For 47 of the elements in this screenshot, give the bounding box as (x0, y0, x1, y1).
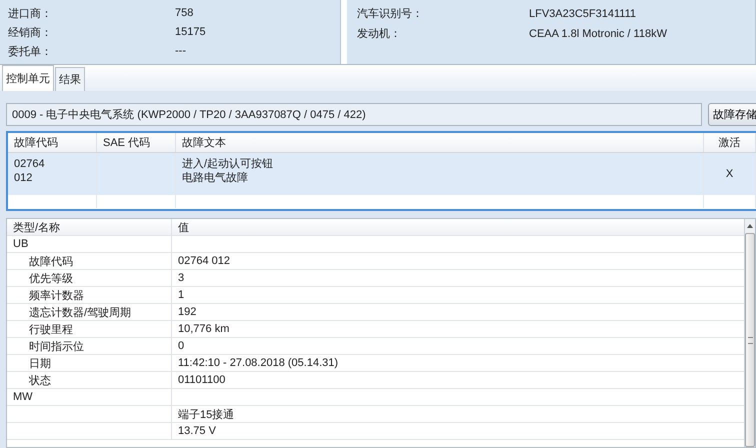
field-label: 进口商： (8, 6, 53, 20)
fault-text-line: 进入/起动认可按钮 (182, 157, 274, 171)
row-name: 行驶里程 (29, 322, 73, 336)
column-header[interactable]: 值 (172, 219, 744, 235)
row-name: 日期 (29, 356, 51, 370)
row-value: 02764 012 (178, 255, 230, 267)
column-header[interactable]: SAE 代码 (97, 133, 176, 152)
field-value: --- (175, 45, 186, 57)
field-label: 发动机： (357, 27, 402, 41)
tab[interactable]: 结果 (55, 67, 85, 91)
row-value: 端子15接通 (178, 408, 234, 422)
row-value: 192 (178, 306, 196, 318)
column-header[interactable]: 故障代码 (8, 133, 97, 152)
field-value: LFV3A23C5F3141111 (529, 8, 636, 20)
row-name: 时间指示位 (29, 340, 84, 354)
row-value: 11:42:10 - 27.08.2018 (05.14.31) (178, 357, 338, 369)
row-name: 遗忘计数器/驾驶周期 (29, 306, 132, 320)
row-value: 0 (178, 340, 184, 352)
column-header[interactable]: 激活 (704, 133, 756, 152)
tab[interactable]: 控制单元 (2, 65, 54, 91)
module-field[interactable]: 0009 - 电子中央电气系统 (KWP2000 / TP20 / 3AA937087Q / 0475 / 422) (6, 103, 702, 126)
fault-code-line: 02764 (14, 157, 46, 171)
fault-text-line: 电路电气故障 (182, 171, 249, 185)
scrollbar[interactable] (744, 219, 755, 447)
row-value: 3 (178, 272, 184, 284)
row-value: 13.75 V (178, 425, 216, 437)
field-value: CEAA 1.8l Motronic / 118kW (529, 28, 667, 40)
row-value: 1 (178, 289, 184, 301)
row-value: 10,776 km (178, 323, 230, 335)
row-name: 优先等级 (29, 272, 73, 286)
row-name: 频率计数器 (29, 288, 84, 302)
field-label: 委托单： (8, 44, 53, 58)
column-header[interactable]: 类型/名称 (7, 219, 172, 235)
scroll-up-icon[interactable] (746, 222, 754, 230)
fault-code-line: 012 (14, 171, 34, 185)
field-label: 经销商： (8, 26, 53, 40)
row-name: 状态 (29, 374, 51, 388)
field-value: 758 (175, 7, 194, 19)
field-label: 汽车识别号： (357, 7, 424, 21)
row-name: 故障代码 (29, 254, 73, 268)
fault-row[interactable]: 02764 012 进入/起动认可按钮 电路电气故障 X (8, 153, 756, 195)
row-name: UB (13, 238, 28, 250)
row-name: MW (13, 391, 33, 403)
row-value: 01101100 (178, 374, 226, 386)
column-header[interactable]: 故障文本 (176, 133, 704, 152)
active-mark: X (726, 167, 734, 181)
field-value: 15175 (175, 26, 206, 38)
